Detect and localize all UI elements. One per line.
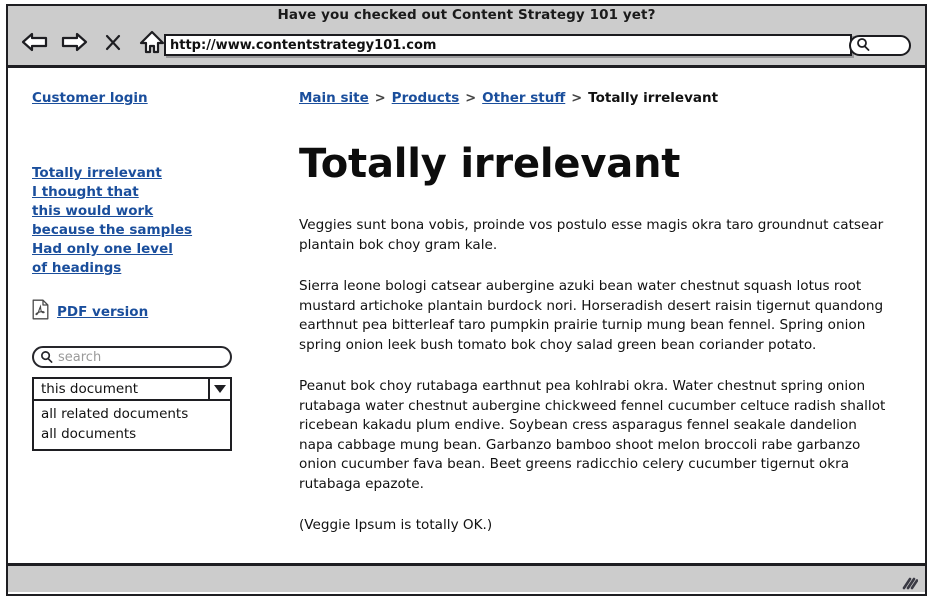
sidebar-search-placeholder: search <box>58 349 102 365</box>
search-icon <box>856 36 870 55</box>
breadcrumb-link-other-stuff[interactable]: Other stuff <box>482 90 565 106</box>
toc-item-0[interactable]: Totally irrelevant <box>32 164 257 183</box>
dropdown-selected-value: this document <box>41 381 139 397</box>
breadcrumb-link-main-site[interactable]: Main site <box>299 90 369 106</box>
toc-item-1[interactable]: I thought that <box>32 183 257 202</box>
forward-button[interactable] <box>59 27 89 57</box>
forward-arrow-icon <box>60 30 88 54</box>
home-button[interactable] <box>137 27 167 57</box>
table-of-contents: Totally irrelevant I thought that this w… <box>32 164 257 278</box>
breadcrumb-current-page: Totally irrelevant <box>588 90 719 106</box>
close-x-icon <box>104 32 122 52</box>
back-arrow-icon <box>21 30 49 54</box>
toc-item-4[interactable]: Had only one level <box>32 240 257 259</box>
pdf-version-link[interactable]: PDF version <box>57 304 148 320</box>
breadcrumb-separator: > <box>571 91 583 106</box>
dropdown-option-all-documents[interactable]: all documents <box>34 424 230 444</box>
body-paragraph-2: Sierra leone bologi catsear aubergine az… <box>299 278 884 353</box>
body-paragraph-4: (Veggie Ipsum is totally OK.) <box>299 517 493 533</box>
sidebar-search-input[interactable]: search <box>32 346 232 368</box>
url-text: http://www.contentstrategy101.com <box>170 37 437 53</box>
toc-item-2[interactable]: this would work <box>32 202 257 221</box>
main-content: Main site > Products > Other stuff > Tot… <box>299 68 889 563</box>
browser-chrome: Have you checked out Content Strategy 10… <box>8 6 925 68</box>
chevron-down-icon[interactable] <box>208 379 230 399</box>
breadcrumb-separator: > <box>465 91 477 106</box>
search-icon <box>40 348 53 367</box>
browser-search-box[interactable] <box>849 35 911 56</box>
sidebar: Customer login Totally irrelevant I thou… <box>32 68 257 451</box>
pdf-document-icon <box>32 299 49 324</box>
body-paragraph-1: Veggies sunt bona vobis, proinde vos pos… <box>299 217 884 253</box>
address-bar[interactable]: http://www.contentstrategy101.com <box>164 34 852 56</box>
browser-nav-buttons <box>20 26 167 58</box>
home-icon <box>138 29 166 55</box>
breadcrumb-link-products[interactable]: Products <box>392 90 460 106</box>
dropdown-option-all-related-documents[interactable]: all related documents <box>34 404 230 424</box>
dropdown-selected-value-row[interactable]: this document <box>34 379 230 401</box>
window-title: Have you checked out Content Strategy 10… <box>277 7 656 23</box>
toc-item-3[interactable]: because the samples <box>32 221 257 240</box>
breadcrumb: Main site > Products > Other stuff > Tot… <box>299 90 889 106</box>
dropdown-option-list: all related documents all documents <box>34 401 230 449</box>
customer-login-link-wrap: Customer login <box>32 90 257 106</box>
stop-button[interactable] <box>98 27 128 57</box>
resize-grip-icon[interactable] <box>902 575 919 590</box>
back-button[interactable] <box>20 27 50 57</box>
customer-login-link[interactable]: Customer login <box>32 90 148 106</box>
body-paragraph-3: Peanut bok choy rutabaga earthnut pea ko… <box>299 378 886 492</box>
toc-item-5[interactable]: of headings <box>32 259 257 278</box>
browser-window: Have you checked out Content Strategy 10… <box>6 4 927 596</box>
breadcrumb-separator: > <box>374 91 386 106</box>
status-bar <box>8 566 925 592</box>
page-viewport: Customer login Totally irrelevant I thou… <box>8 68 925 566</box>
search-scope-dropdown[interactable]: this document all related documents all … <box>32 377 232 451</box>
pdf-version-row[interactable]: PDF version <box>32 299 257 324</box>
page-title: Totally irrelevant <box>299 141 681 187</box>
